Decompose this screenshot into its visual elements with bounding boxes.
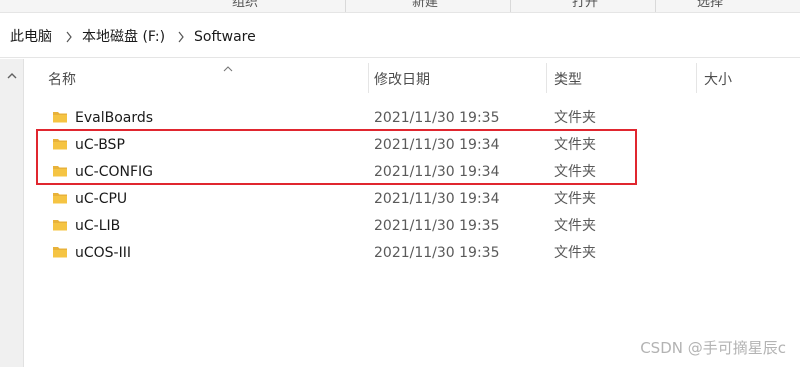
list-item-folder[interactable]: uC-CONFIG 2021/11/30 19:34 文件夹 <box>24 158 800 185</box>
file-date: 2021/11/30 19:35 <box>374 245 500 261</box>
ribbon-group-open[interactable]: 打开 <box>555 0 615 11</box>
file-date: 2021/11/30 19:34 <box>374 164 500 180</box>
ribbon-group-organize[interactable]: 组织 <box>215 0 275 11</box>
list-item-folder[interactable]: uCOS-III 2021/11/30 19:35 文件夹 <box>24 239 800 266</box>
ribbon-group-new[interactable]: 新建 <box>395 0 455 11</box>
file-type: 文件夹 <box>554 191 596 207</box>
column-divider[interactable] <box>546 63 547 93</box>
file-date: 2021/11/30 19:35 <box>374 218 500 234</box>
folder-icon <box>52 217 68 233</box>
folder-icon <box>52 244 68 260</box>
file-date: 2021/11/30 19:34 <box>374 137 500 153</box>
file-type: 文件夹 <box>554 137 596 153</box>
column-header-type[interactable]: 类型 <box>554 71 582 89</box>
column-divider[interactable] <box>368 63 369 93</box>
file-type: 文件夹 <box>554 218 596 234</box>
sort-ascending-icon <box>222 59 234 72</box>
ribbon-separator <box>655 0 656 12</box>
chevron-right-icon[interactable] <box>64 29 74 45</box>
file-name: uC-CONFIG <box>75 164 153 180</box>
folder-icon <box>52 190 68 206</box>
file-type: 文件夹 <box>554 110 596 126</box>
column-header-name[interactable]: 名称 <box>48 71 76 89</box>
list-item-folder[interactable]: EvalBoards 2021/11/30 19:35 文件夹 <box>24 104 800 131</box>
ribbon-separator <box>510 0 511 12</box>
scroll-up-icon[interactable] <box>5 67 19 79</box>
column-header-date[interactable]: 修改日期 <box>374 71 430 89</box>
folder-icon <box>52 163 68 179</box>
column-header-size[interactable]: 大小 <box>704 71 732 89</box>
file-name: uC-CPU <box>75 191 128 207</box>
folder-icon <box>52 136 68 152</box>
breadcrumb-item-this-pc[interactable]: 此电脑 <box>10 28 52 46</box>
ribbon: 组织 新建 打开 选择 <box>0 0 800 12</box>
file-name: uC-LIB <box>75 218 121 234</box>
navigation-pane[interactable] <box>0 59 24 367</box>
list-item-folder[interactable]: uC-LIB 2021/11/30 19:35 文件夹 <box>24 212 800 239</box>
file-name: uCOS-III <box>75 245 131 261</box>
breadcrumb-item-drive[interactable]: 本地磁盘 (F:) <box>82 28 165 46</box>
breadcrumb-item-software[interactable]: Software <box>194 28 256 46</box>
file-name: EvalBoards <box>75 110 154 126</box>
address-bar[interactable]: 此电脑 本地磁盘 (F:) Software <box>0 12 800 58</box>
chevron-right-icon[interactable] <box>176 29 186 45</box>
file-type: 文件夹 <box>554 245 596 261</box>
column-divider[interactable] <box>696 63 697 93</box>
list-item-folder[interactable]: uC-CPU 2021/11/30 19:34 文件夹 <box>24 185 800 212</box>
file-date: 2021/11/30 19:34 <box>374 191 500 207</box>
watermark: CSDN @手可摘星辰c <box>640 339 786 357</box>
ribbon-separator <box>345 0 346 12</box>
file-type: 文件夹 <box>554 164 596 180</box>
file-date: 2021/11/30 19:35 <box>374 110 500 126</box>
column-header: 名称 修改日期 类型 大小 <box>24 59 800 101</box>
folder-icon <box>52 109 68 125</box>
list-item-folder[interactable]: uC-BSP 2021/11/30 19:34 文件夹 <box>24 131 800 158</box>
file-name: uC-BSP <box>75 137 125 153</box>
ribbon-group-select[interactable]: 选择 <box>680 0 740 11</box>
